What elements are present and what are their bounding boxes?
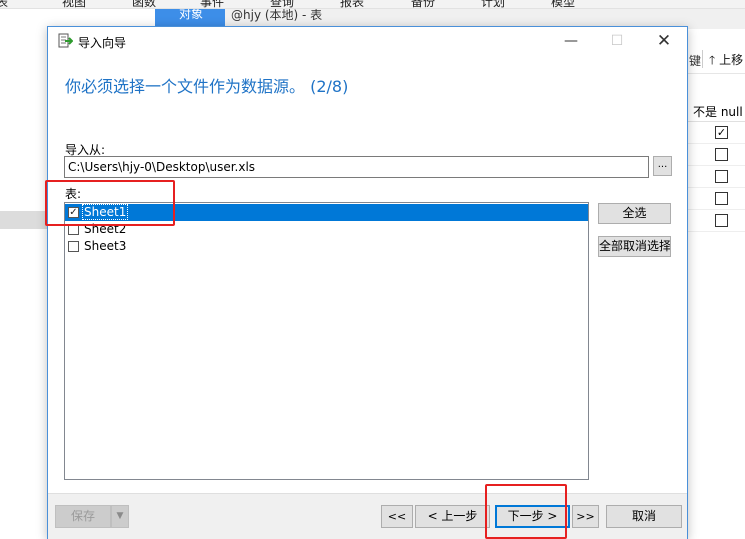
close-button[interactable]: ✕ <box>641 27 687 56</box>
bg-not-null-checkbox[interactable] <box>715 148 728 161</box>
deselect-all-button[interactable]: 全部取消选择 <box>598 236 671 257</box>
minimize-button[interactable]: — <box>548 27 594 56</box>
background-left-pane <box>0 9 47 539</box>
bg-not-null-checkbox[interactable] <box>715 214 728 227</box>
bg-menu-function[interactable]: 函数 <box>132 0 156 8</box>
browse-button[interactable]: ... <box>653 156 672 176</box>
last-step-button[interactable]: >> <box>572 505 599 528</box>
bg-toolbar-key-button[interactable]: 键 <box>689 52 701 69</box>
save-button[interactable]: 保存 <box>55 505 111 528</box>
file-path-input[interactable] <box>64 156 649 178</box>
previous-step-button[interactable]: < 上一步 <box>415 505 490 528</box>
dialog-title: 导入向导 <box>78 36 127 50</box>
maximize-button[interactable]: ☐ <box>594 27 640 56</box>
bg-menu-query[interactable]: 查询 <box>270 0 294 8</box>
sheet3-label: Sheet3 <box>84 239 127 253</box>
arrow-up-icon: 🡑 <box>709 53 716 67</box>
annotation-box-sheet1 <box>45 180 175 226</box>
dialog-titlebar[interactable]: 导入向导 — ☐ ✕ <box>48 27 687 56</box>
bg-menu-event[interactable]: 事件 <box>200 0 224 8</box>
bg-not-null-checkbox[interactable] <box>715 170 728 183</box>
bg-toolbar-move-up-button[interactable]: 🡑 上移 <box>709 51 743 72</box>
bg-menu-model[interactable]: 模型 <box>551 0 575 8</box>
cancel-button[interactable]: 取消 <box>606 505 682 528</box>
import-wizard-icon <box>58 33 73 48</box>
save-dropdown-button[interactable]: ▼ <box>111 505 129 528</box>
bg-toolbar-separator <box>702 50 703 68</box>
bg-menu-schedule[interactable]: 计划 <box>481 0 505 8</box>
bg-table-row <box>687 166 745 188</box>
bg-table-row <box>687 144 745 166</box>
step-heading: 你必须选择一个文件作为数据源。 (2/8) <box>65 77 349 96</box>
select-all-button[interactable]: 全选 <box>598 203 671 224</box>
first-step-button[interactable]: << <box>381 505 413 528</box>
bg-column-header-not-null[interactable]: 不是 null <box>687 102 745 122</box>
bg-toolbar-move-up-label: 上移 <box>719 53 744 67</box>
bg-not-null-checkbox[interactable] <box>715 192 728 205</box>
bg-menu-backup[interactable]: 备份 <box>411 0 435 8</box>
sheet-item-sheet3[interactable]: Sheet3 <box>65 238 588 255</box>
bg-table-row: ✓ <box>687 122 745 144</box>
bg-menu-report[interactable]: 报表 <box>340 0 364 8</box>
background-left-selected-row <box>0 211 47 229</box>
bg-menu-view[interactable]: 视图 <box>62 0 86 8</box>
bg-not-null-checkbox[interactable]: ✓ <box>715 126 728 139</box>
sheet3-checkbox[interactable] <box>68 241 79 252</box>
sheet-list[interactable]: ✓ Sheet1 Sheet2 Sheet3 <box>64 202 589 480</box>
dialog-footer: 保存 ▼ << < 上一步 下一步 > >> 取消 <box>48 493 687 539</box>
background-toolbar: 键 🡑 上移 <box>687 44 745 74</box>
import-wizard-dialog: 导入向导 — ☐ ✕ 你必须选择一个文件作为数据源。 (2/8) 导入从: ..… <box>47 26 688 539</box>
bg-table-row <box>687 188 745 210</box>
bg-menu-table[interactable]: 表 <box>0 0 8 8</box>
bg-table-row <box>687 210 745 232</box>
background-menubar: 表 视图 函数 事件 查询 报表 备份 计划 模型 <box>0 0 745 9</box>
annotation-box-next-button <box>485 484 567 539</box>
